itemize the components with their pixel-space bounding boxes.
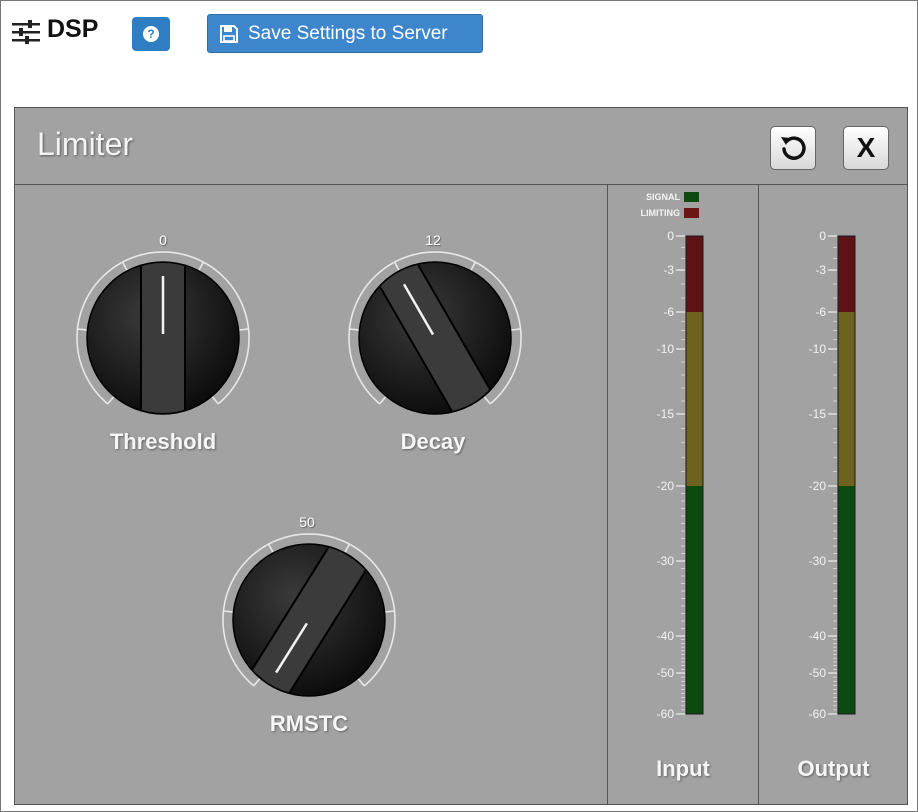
meter-tick-label: -60 bbox=[657, 707, 675, 721]
decay-value: 12 bbox=[425, 232, 441, 248]
meter-tick-label: -15 bbox=[657, 407, 675, 421]
meter-tick-label: -3 bbox=[663, 263, 674, 277]
meter-segment-green bbox=[838, 486, 855, 714]
meter-tick-label: -20 bbox=[657, 479, 675, 493]
panel-title: Limiter bbox=[37, 126, 134, 162]
help-button[interactable]: ? bbox=[132, 17, 170, 51]
limiting-legend: LIMITING bbox=[641, 208, 681, 218]
toolbar: DSP ? Save Settings to Server bbox=[1, 1, 917, 61]
reset-icon bbox=[781, 136, 806, 160]
rmstc-label: RMSTC bbox=[269, 711, 349, 736]
meter-segment-green bbox=[686, 486, 703, 714]
meter-tick-label: -6 bbox=[663, 305, 674, 319]
meter-tick-label: -50 bbox=[657, 666, 675, 680]
panel-header: Limiter X bbox=[15, 108, 907, 185]
reset-button[interactable] bbox=[770, 126, 816, 170]
meter-tick-label: -40 bbox=[809, 629, 827, 643]
meter-tick-label: -6 bbox=[815, 305, 826, 319]
input-meter-caption: Input bbox=[656, 756, 710, 781]
meter-tick-label: 0 bbox=[667, 229, 674, 243]
meter-segment-red bbox=[686, 236, 703, 312]
decay-knob[interactable] bbox=[345, 248, 525, 428]
meter-tick-label: -30 bbox=[809, 554, 827, 568]
meter-tick-label: -20 bbox=[809, 479, 827, 493]
output-meter-scale: 0 -3 -6 -10 -15 -20 -30 -40 -50 -60 bbox=[809, 229, 856, 721]
meter-segment-yellow bbox=[686, 312, 703, 486]
threshold-value: 0 bbox=[159, 232, 167, 248]
page-title: DSP bbox=[47, 15, 99, 43]
help-icon: ? bbox=[143, 26, 159, 42]
rmstc-value: 50 bbox=[299, 514, 315, 530]
save-settings-button[interactable]: Save Settings to Server bbox=[207, 14, 483, 53]
meter-tick-label: -3 bbox=[815, 263, 826, 277]
input-meter-scale: SIGNAL LIMITING 0 -3 -6 -10 -15 -20 -30 -40 -50 -60 bbox=[641, 192, 704, 721]
signal-led bbox=[684, 192, 699, 202]
limiting-led bbox=[684, 208, 699, 218]
decay-label: Decay bbox=[400, 429, 466, 454]
sliders-icon bbox=[12, 20, 40, 44]
meter-segment-yellow bbox=[838, 312, 855, 486]
meter-tick-label: -40 bbox=[657, 629, 675, 643]
output-meter: 0 -3 -6 -10 -15 -20 -30 -40 -50 -60 Output bbox=[758, 184, 908, 804]
meter-tick-label: -10 bbox=[657, 342, 675, 356]
threshold-knob[interactable] bbox=[73, 248, 253, 428]
meter-tick-label: -30 bbox=[657, 554, 675, 568]
close-icon: X bbox=[856, 132, 876, 163]
knob-area: 0 Threshold 12 Decay 50 RMSTC bbox=[15, 184, 607, 804]
meter-tick-label: 0 bbox=[819, 229, 826, 243]
meter-segment-red bbox=[838, 236, 855, 312]
rmstc-knob[interactable] bbox=[219, 530, 399, 710]
meter-tick-label: -50 bbox=[809, 666, 827, 680]
meter-tick-label: -60 bbox=[809, 707, 827, 721]
save-settings-label: Save Settings to Server bbox=[248, 22, 448, 44]
input-meter: SIGNAL LIMITING 0 -3 -6 -10 -15 -20 -30 -40 -50 -60… bbox=[607, 184, 758, 804]
meter-tick-label: -10 bbox=[809, 342, 827, 356]
limiter-panel: Limiter X 0 Threshold 12 Decay 50 RMSTC … bbox=[14, 107, 908, 805]
output-meter-caption: Output bbox=[797, 756, 870, 781]
signal-legend: SIGNAL bbox=[646, 192, 681, 202]
threshold-label: Threshold bbox=[109, 429, 217, 454]
meter-tick-label: -15 bbox=[809, 407, 827, 421]
floppy-disk-icon bbox=[220, 24, 238, 43]
close-button[interactable]: X bbox=[843, 126, 889, 170]
dsp-window: DSP ? Save Settings to Server Limiter X bbox=[0, 0, 918, 812]
